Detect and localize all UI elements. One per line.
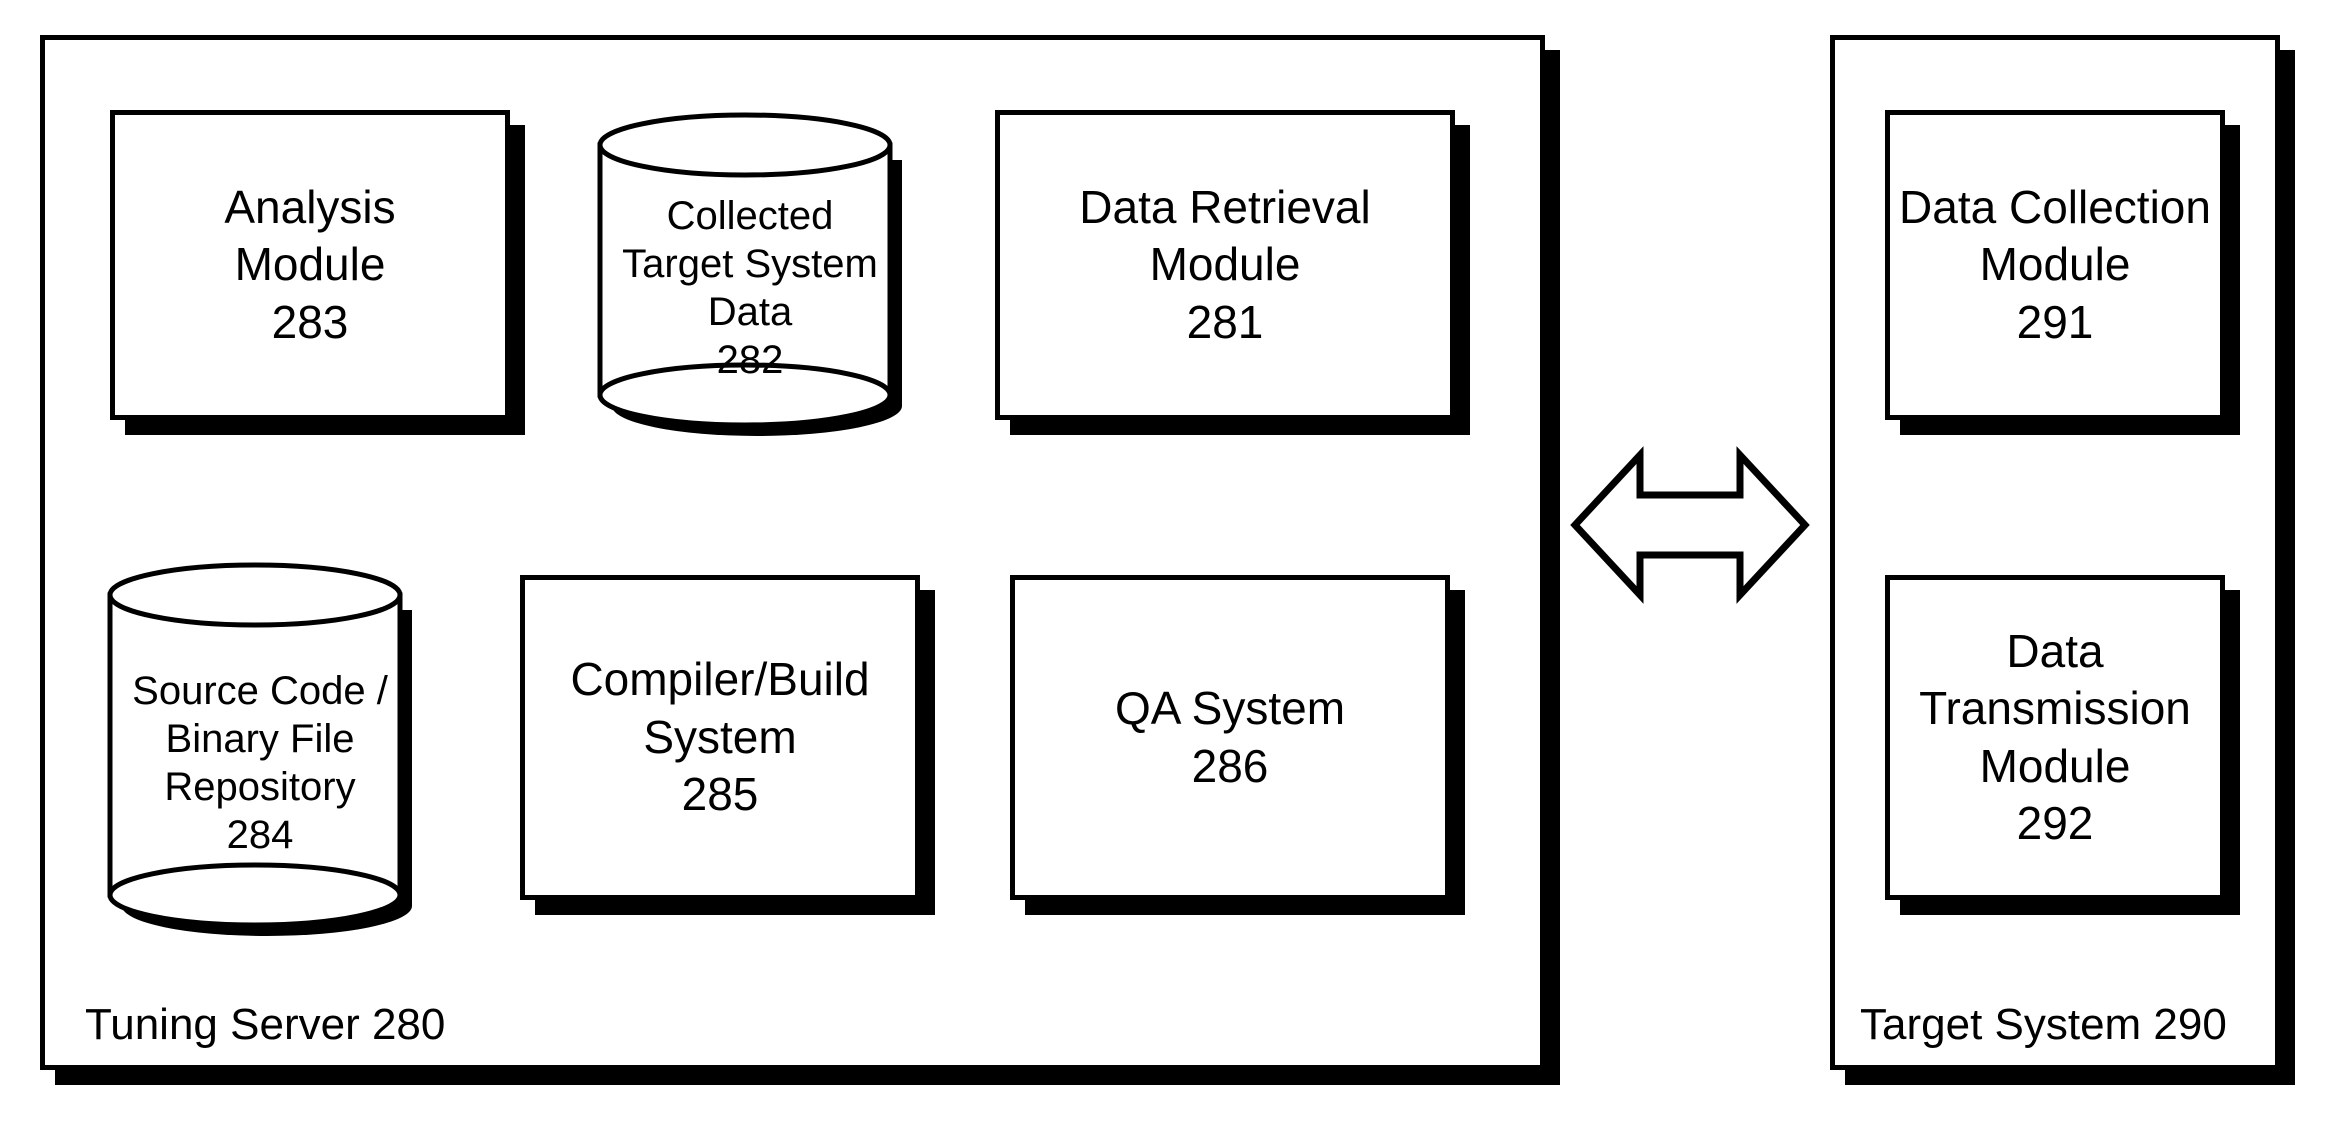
- source-repo-line1: Source Code /: [132, 667, 388, 715]
- collected-data-line3: Data: [708, 288, 793, 336]
- data-collection-line1: Data Collection: [1899, 179, 2211, 237]
- data-retrieval-num: 281: [1187, 294, 1264, 352]
- data-collection-line2: Module: [1980, 236, 2131, 294]
- data-transmission-num: 292: [2017, 795, 2094, 853]
- analysis-module-line2: Module: [235, 236, 386, 294]
- data-retrieval-line2: Module: [1150, 236, 1301, 294]
- compiler-num: 285: [682, 766, 759, 824]
- target-system-label: Target System 290: [1860, 1000, 2227, 1050]
- qa-num: 286: [1192, 738, 1269, 796]
- source-repo-cylinder: Source Code / Binary File Repository 284: [105, 560, 415, 940]
- data-transmission-module: Data Transmission Module 292: [1885, 575, 2225, 900]
- bidirectional-arrow-icon: [1565, 430, 1815, 620]
- data-retrieval-module: Data Retrieval Module 281: [995, 110, 1455, 420]
- collected-data-line2: Target System: [622, 240, 878, 288]
- data-retrieval-line1: Data Retrieval: [1079, 179, 1370, 237]
- source-repo-line3: Repository: [164, 763, 355, 811]
- tuning-server-label: Tuning Server 280: [85, 1000, 445, 1050]
- qa-system: QA System 286: [1010, 575, 1450, 900]
- compiler-line2: System: [643, 709, 796, 767]
- compiler-line1: Compiler/Build: [570, 651, 869, 709]
- source-repo-line2: Binary File: [166, 715, 355, 763]
- data-collection-module: Data Collection Module 291: [1885, 110, 2225, 420]
- analysis-module-line1: Analysis: [224, 179, 395, 237]
- data-transmission-line3: Module: [1980, 738, 2131, 796]
- collected-data-num: 282: [717, 336, 784, 384]
- data-transmission-line2: Transmission: [1919, 680, 2191, 738]
- data-transmission-line1: Data: [2006, 623, 2103, 681]
- compiler-build-system: Compiler/Build System 285: [520, 575, 920, 900]
- collected-data-cylinder: Collected Target System Data 282: [595, 110, 905, 440]
- qa-line1: QA System: [1115, 680, 1345, 738]
- collected-data-line1: Collected: [667, 192, 834, 240]
- source-repo-num: 284: [227, 811, 294, 859]
- analysis-module: Analysis Module 283: [110, 110, 510, 420]
- analysis-module-num: 283: [272, 294, 349, 352]
- data-collection-num: 291: [2017, 294, 2094, 352]
